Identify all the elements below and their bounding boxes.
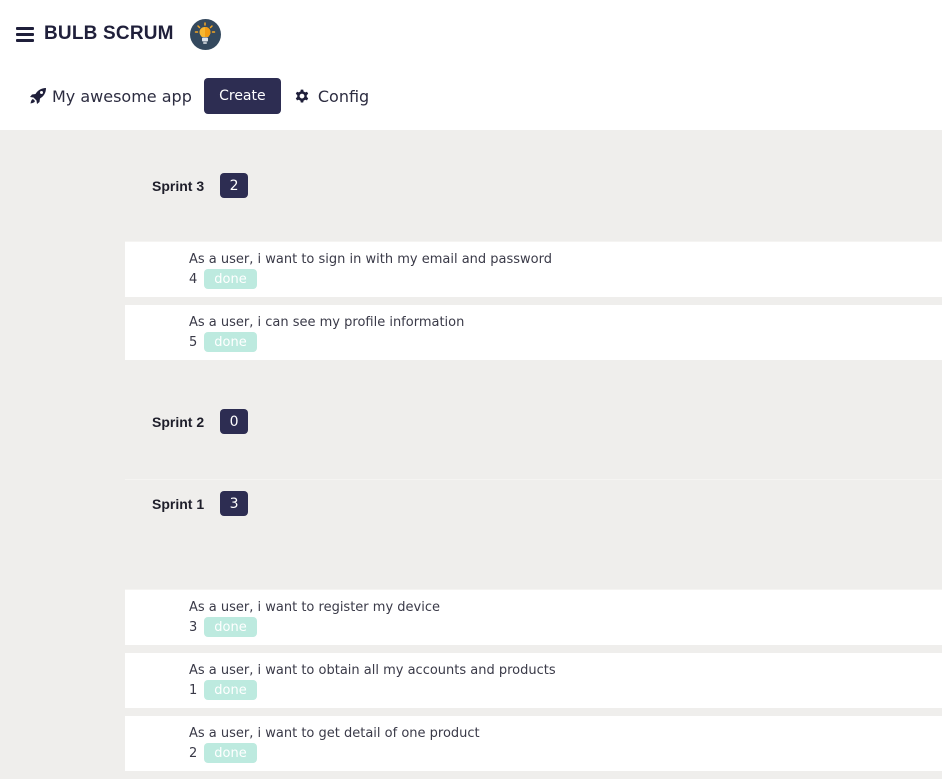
story-title: As a user, i want to get detail of one p… xyxy=(189,726,480,741)
story-list: As a user, i want to sign in with my ema… xyxy=(125,242,942,360)
story-title: As a user, i can see my profile informat… xyxy=(189,315,465,330)
story-card[interactable]: As a user, i want to register my device … xyxy=(125,590,942,645)
status-badge: done xyxy=(204,680,257,700)
story-card[interactable]: As a user, i want to sign in with my ema… xyxy=(125,242,942,297)
sprint-story-count-badge: 3 xyxy=(220,491,249,516)
story-points: 4 xyxy=(189,271,198,287)
status-badge: done xyxy=(204,617,257,637)
app-name: My awesome app xyxy=(52,86,192,106)
story-points: 1 xyxy=(189,682,198,698)
status-badge: done xyxy=(204,269,257,289)
sprint-list: Sprint 3 2 As a user, i want to sign in … xyxy=(125,130,942,779)
brand: BULB SCRUM xyxy=(16,18,221,50)
sprint-header[interactable]: Sprint 1 3 xyxy=(125,480,942,590)
story-points: 5 xyxy=(189,334,198,350)
rocket-icon xyxy=(30,88,46,104)
lightbulb-icon xyxy=(189,18,221,50)
create-button[interactable]: Create xyxy=(203,78,281,114)
sprint-name: Sprint 3 xyxy=(152,177,205,194)
hamburger-menu-icon[interactable] xyxy=(16,26,34,42)
sprint-story-count-badge: 2 xyxy=(220,173,249,198)
app-selector[interactable]: My awesome app xyxy=(29,87,192,106)
story-title: As a user, i want to register my device xyxy=(189,600,440,615)
config-label: Config xyxy=(317,86,370,106)
app-header: BULB SCRUM My awesome app Create Config xyxy=(0,0,942,130)
sprint-name: Sprint 1 xyxy=(152,495,205,512)
story-points: 3 xyxy=(189,619,198,635)
brand-title: BULB SCRUM xyxy=(44,23,174,44)
sprint-header[interactable]: Sprint 3 2 xyxy=(125,130,942,242)
story-list: As a user, i want to register my device … xyxy=(125,590,942,771)
sprint-group: Sprint 3 2 As a user, i want to sign in … xyxy=(125,130,942,360)
gear-icon xyxy=(295,89,309,103)
story-card[interactable]: As a user, i want to get detail of one p… xyxy=(125,716,942,771)
story-points: 2 xyxy=(189,745,198,761)
story-title: As a user, i want to sign in with my ema… xyxy=(189,252,552,267)
sprint-group: Sprint 2 0 xyxy=(125,398,942,480)
story-card[interactable]: As a user, i can see my profile informat… xyxy=(125,305,942,360)
status-badge: done xyxy=(204,332,257,352)
sprint-group: Sprint 1 3 As a user, i want to register… xyxy=(125,480,942,771)
story-title: As a user, i want to obtain all my accou… xyxy=(189,663,556,678)
app-nav: My awesome app Create Config xyxy=(29,78,369,114)
sprint-name: Sprint 2 xyxy=(152,413,205,430)
sprint-story-count-badge: 0 xyxy=(220,409,249,434)
sprint-header[interactable]: Sprint 2 0 xyxy=(125,398,942,480)
story-card[interactable]: As a user, i want to obtain all my accou… xyxy=(125,653,942,708)
config-link[interactable]: Config xyxy=(294,87,369,106)
status-badge: done xyxy=(204,743,257,763)
